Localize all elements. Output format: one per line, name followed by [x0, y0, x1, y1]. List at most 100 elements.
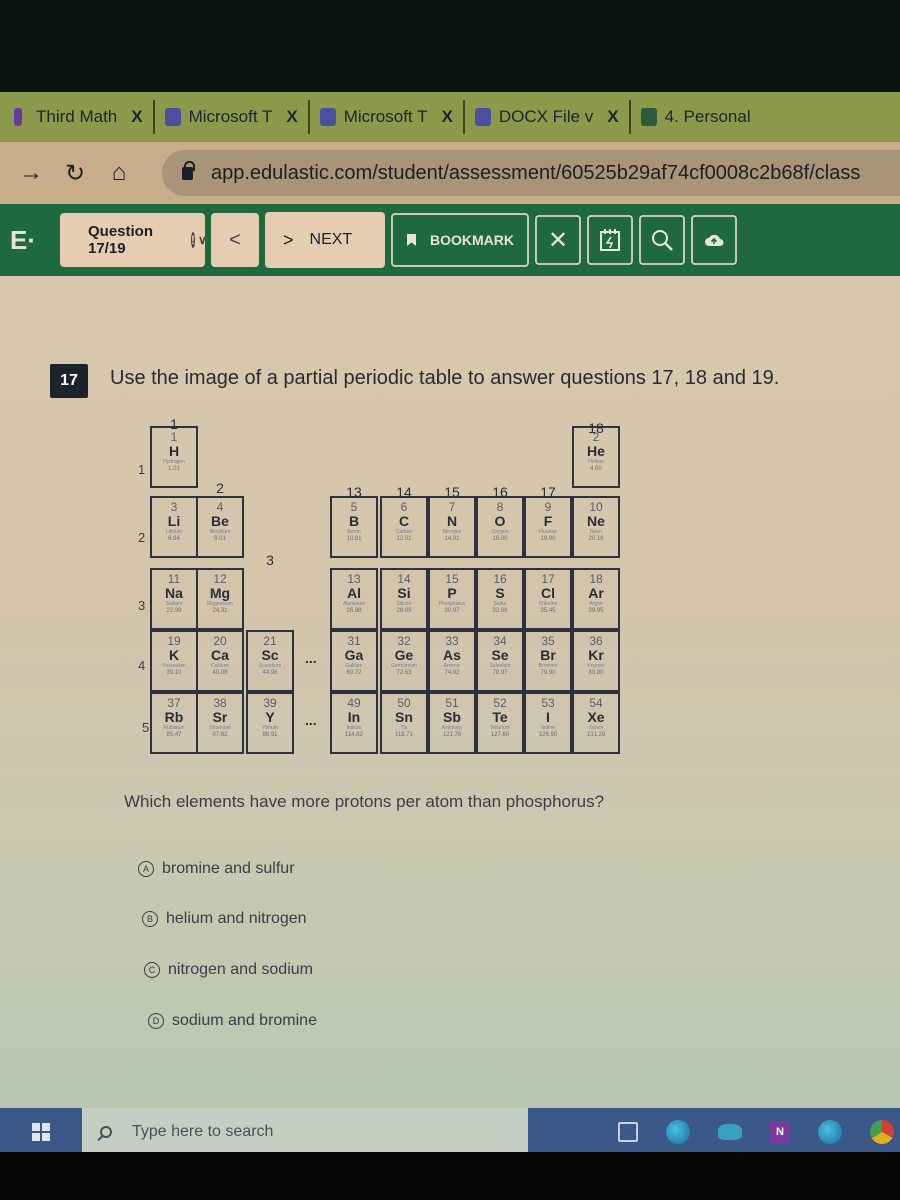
taskbar-search-box[interactable]: Type here to search: [82, 1108, 528, 1156]
forward-icon[interactable]: →: [18, 159, 44, 187]
windows-start-icon: [32, 1123, 50, 1141]
magnifier-button[interactable]: [639, 215, 685, 265]
element-mass: 9.01: [214, 536, 226, 542]
browser-tab[interactable]: 4. Personal: [631, 100, 775, 134]
teams-icon: [474, 108, 491, 126]
element-atomic-number: 20: [213, 634, 227, 648]
element-cell: 16 S Sulfur 32.06: [476, 568, 524, 630]
element-atomic-number: 1: [170, 430, 178, 444]
element-atomic-number: 14: [397, 572, 411, 586]
element-cell: 20 Ca Calcium 40.08: [196, 630, 244, 692]
home-icon[interactable]: ⌂: [106, 159, 132, 187]
group-label: 2: [216, 480, 224, 496]
element-name: Lithium: [165, 529, 183, 535]
element-mass: 127.60: [490, 732, 510, 738]
scratchpad-icon: [600, 229, 620, 251]
element-cell: 7 N Nitrogen 14.01: [428, 496, 476, 558]
period-label: 2: [138, 530, 146, 545]
element-symbol: As: [443, 647, 461, 663]
element-name: Boron: [347, 529, 361, 535]
element-symbol: Kr: [588, 647, 604, 663]
element-cell: 17 Cl Chlorine 35.45: [524, 568, 572, 630]
group-label: 1: [170, 416, 178, 432]
scratchpad-button[interactable]: [587, 215, 633, 265]
element-symbol: He: [587, 443, 605, 459]
url-bar[interactable]: app.edulastic.com/student/assessment/605…: [162, 150, 900, 196]
element-atomic-number: 11: [167, 572, 181, 586]
browser-tab[interactable]: Third Math X: [4, 100, 155, 134]
element-name: Hydrogen: [163, 459, 185, 465]
element-cell: 12 Mg Magnesium 24.31: [196, 568, 244, 630]
browser-tab[interactable]: Microsoft T X: [155, 100, 310, 134]
element-name: Gallium: [345, 663, 363, 669]
close-tab-icon[interactable]: X: [441, 107, 452, 127]
previous-button[interactable]: <: [211, 213, 259, 267]
next-button[interactable]: > NEXT: [265, 212, 385, 268]
element-name: Strontium: [209, 725, 231, 731]
chevron-left-icon: <: [229, 228, 241, 251]
assessment-toolbar: E· Question 17/19 ! ∨ < > NEXT BOOKMARK …: [0, 204, 900, 276]
task-view-icon[interactable]: [618, 1122, 638, 1142]
answer-choice-c[interactable]: C nitrogen and sodium: [144, 961, 313, 979]
element-mass: 24.31: [212, 608, 228, 614]
edge-icon[interactable]: [666, 1120, 690, 1144]
element-symbol: Li: [167, 513, 181, 529]
element-cell: 39 Y Yttrium 88.91: [246, 692, 294, 754]
element-atomic-number: 5: [350, 500, 358, 514]
element-symbol: Ar: [588, 585, 604, 601]
element-mass: 39.10: [166, 670, 182, 676]
answer-choice-b[interactable]: B helium and nitrogen: [142, 910, 307, 928]
element-symbol: Xe: [587, 709, 605, 725]
element-symbol: Se: [491, 647, 509, 663]
element-mass: 1.01: [168, 466, 180, 472]
element-name: Chlorine: [538, 601, 558, 607]
answer-choice-a[interactable]: A bromine and sulfur: [138, 860, 295, 878]
element-atomic-number: 54: [589, 696, 603, 710]
element-cell: 33 As Arsenic 74.92: [428, 630, 476, 692]
browser-tab[interactable]: Microsoft T X: [310, 100, 465, 134]
element-mass: 26.98: [346, 608, 362, 614]
element-cell: 37 Rb Rubidium 85.47: [150, 692, 198, 754]
question-selector-label: Question 17/19: [88, 223, 154, 257]
close-tab-icon[interactable]: X: [131, 107, 142, 127]
onedrive-icon[interactable]: [718, 1124, 742, 1140]
element-symbol: Sn: [395, 709, 413, 725]
element-mass: 78.97: [492, 670, 508, 676]
element-name: Krypton: [587, 663, 605, 669]
element-atomic-number: 36: [589, 634, 603, 648]
chevron-right-icon: >: [283, 229, 294, 250]
close-tab-icon[interactable]: X: [607, 107, 618, 127]
element-mass: 32.06: [492, 608, 508, 614]
edge-icon[interactable]: [818, 1120, 842, 1144]
group-label: 13: [346, 484, 362, 500]
bookmark-button[interactable]: BOOKMARK: [391, 213, 529, 267]
tab-label: Microsoft T: [188, 107, 273, 126]
element-symbol: Na: [165, 585, 183, 601]
browser-tab[interactable]: DOCX File v X: [465, 100, 631, 134]
element-name: Magnesium: [207, 601, 233, 607]
element-cell: 10 Ne Neon 20.18: [572, 496, 620, 558]
element-name: Bromine: [538, 663, 558, 669]
element-cell: 3 Li Lithium 6.94: [150, 496, 198, 558]
upload-button[interactable]: [691, 215, 737, 265]
close-tool-button[interactable]: ✕: [535, 215, 581, 265]
teams-icon: [319, 108, 336, 126]
element-name: Nitrogen: [442, 529, 462, 535]
url-text: app.edulastic.com/student/assessment/605…: [211, 161, 861, 184]
search-placeholder: Type here to search: [132, 1123, 274, 1140]
monitor-bezel-top: [0, 0, 900, 92]
question-selector[interactable]: Question 17/19 ! ∨: [60, 213, 207, 267]
element-cell: 32 Ge Germanium 72.63: [380, 630, 428, 692]
answer-choice-d[interactable]: D sodium and bromine: [148, 1012, 317, 1030]
element-name: Fluorine: [538, 529, 558, 535]
element-name: Indium: [346, 725, 362, 731]
close-tab-icon[interactable]: X: [286, 107, 297, 127]
element-mass: 35.45: [540, 608, 556, 614]
start-button[interactable]: [0, 1108, 82, 1156]
omitted-elements-ellipsis: ...: [305, 650, 317, 666]
onenote-icon[interactable]: N: [770, 1121, 790, 1143]
element-symbol: S: [495, 585, 505, 601]
chrome-icon[interactable]: [870, 1120, 894, 1144]
element-symbol: H: [168, 443, 180, 459]
reload-icon[interactable]: ↻: [62, 159, 88, 188]
